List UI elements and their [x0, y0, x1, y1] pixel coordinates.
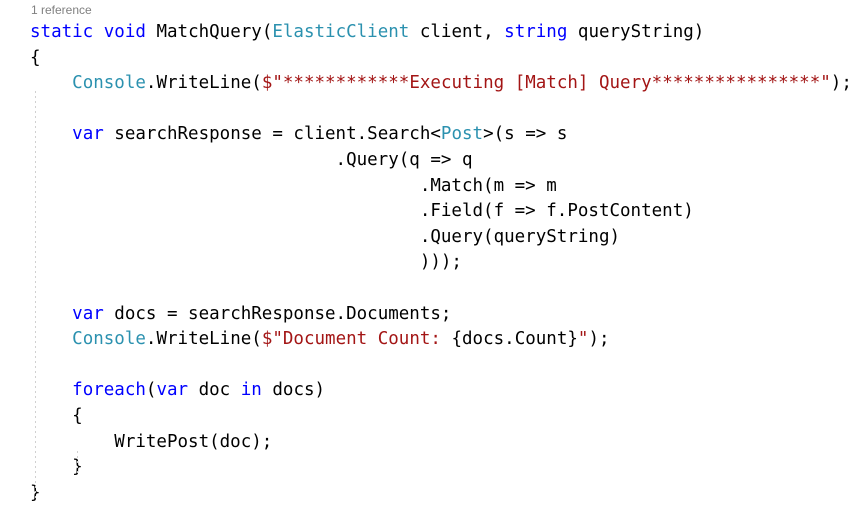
code-token: .WriteLine( — [145, 73, 262, 94]
code-token: { — [30, 405, 83, 426]
code-line: .Match(m => m — [30, 174, 866, 200]
code-token: string — [504, 22, 568, 42]
code-token: Post — [440, 124, 484, 145]
code-line: var searchResponse = client.Search<Post>… — [30, 122, 866, 148]
code-token: { — [30, 47, 41, 68]
code-token: docs = searchResponse.Documents; — [103, 303, 452, 324]
code-line: ))); — [30, 250, 866, 276]
code-line: var docs = searchResponse.Documents; — [30, 302, 866, 328]
code-token: Console — [72, 73, 146, 94]
code-editor[interactable]: 1 reference static void MatchQuery(Elast… — [0, 0, 866, 509]
code-token: Console — [72, 329, 146, 350]
code-token: ); — [830, 73, 852, 94]
code-line: .Query(q => q — [30, 148, 866, 174]
code-token: doc — [188, 380, 241, 401]
code-line: foreach(var doc in docs) — [30, 378, 866, 404]
code-token: .WriteLine( — [145, 329, 262, 350]
code-token: var — [156, 380, 189, 401]
code-token: " — [577, 329, 589, 350]
code-token: docs) — [261, 380, 326, 401]
code-token: queryString) — [567, 22, 705, 42]
code-token: } — [30, 457, 83, 478]
codelens-references-link[interactable]: 1 reference — [0, 0, 866, 20]
code-token: >(s => s — [483, 124, 568, 145]
code-token: ))); — [30, 252, 462, 273]
code-line: { — [30, 46, 866, 72]
code-line: WritePost(doc); — [30, 430, 866, 456]
code-line: } — [30, 481, 866, 507]
code-token: WritePost(doc); — [30, 431, 273, 452]
code-token: void — [103, 22, 146, 42]
code-token: var — [72, 124, 104, 145]
code-token: MatchQuery( — [145, 22, 273, 42]
code-token: {docs.Count} — [451, 329, 578, 350]
indent-guide — [77, 451, 78, 475]
indent-guide — [35, 91, 36, 500]
code-line: static void MatchQuery(ElasticClient cli… — [30, 20, 866, 46]
code-token: client, — [409, 22, 505, 42]
code-token: $"Document Count: — [261, 329, 452, 350]
code-token: .Query(queryString) — [30, 226, 621, 247]
code-token: .Field(f => f.PostContent) — [30, 201, 694, 222]
code-token: ElasticClient — [272, 22, 410, 42]
code-line: .Query(queryString) — [30, 225, 866, 251]
code-token: foreach — [72, 380, 146, 401]
code-token: static — [30, 22, 94, 42]
code-token: var — [72, 303, 104, 324]
code-token: $"************Executing [Match] Query***… — [261, 73, 831, 94]
code-token: ( — [145, 380, 157, 401]
code-line: Console.WriteLine($"Document Count: {doc… — [30, 327, 866, 353]
code-line: } — [30, 455, 866, 481]
code-line: { — [30, 404, 866, 430]
code-token: ); — [588, 329, 610, 350]
code-line: .Field(f => f.PostContent) — [30, 199, 866, 225]
code-token: .Match(m => m — [30, 175, 557, 196]
code-token: in — [240, 380, 262, 401]
code-token: .Query(q => q — [30, 149, 473, 170]
code-token: searchResponse = client.Search< — [103, 124, 441, 145]
code-line: Console.WriteLine($"************Executin… — [30, 71, 866, 97]
code-area[interactable]: static void MatchQuery(ElasticClient cli… — [0, 20, 866, 506]
